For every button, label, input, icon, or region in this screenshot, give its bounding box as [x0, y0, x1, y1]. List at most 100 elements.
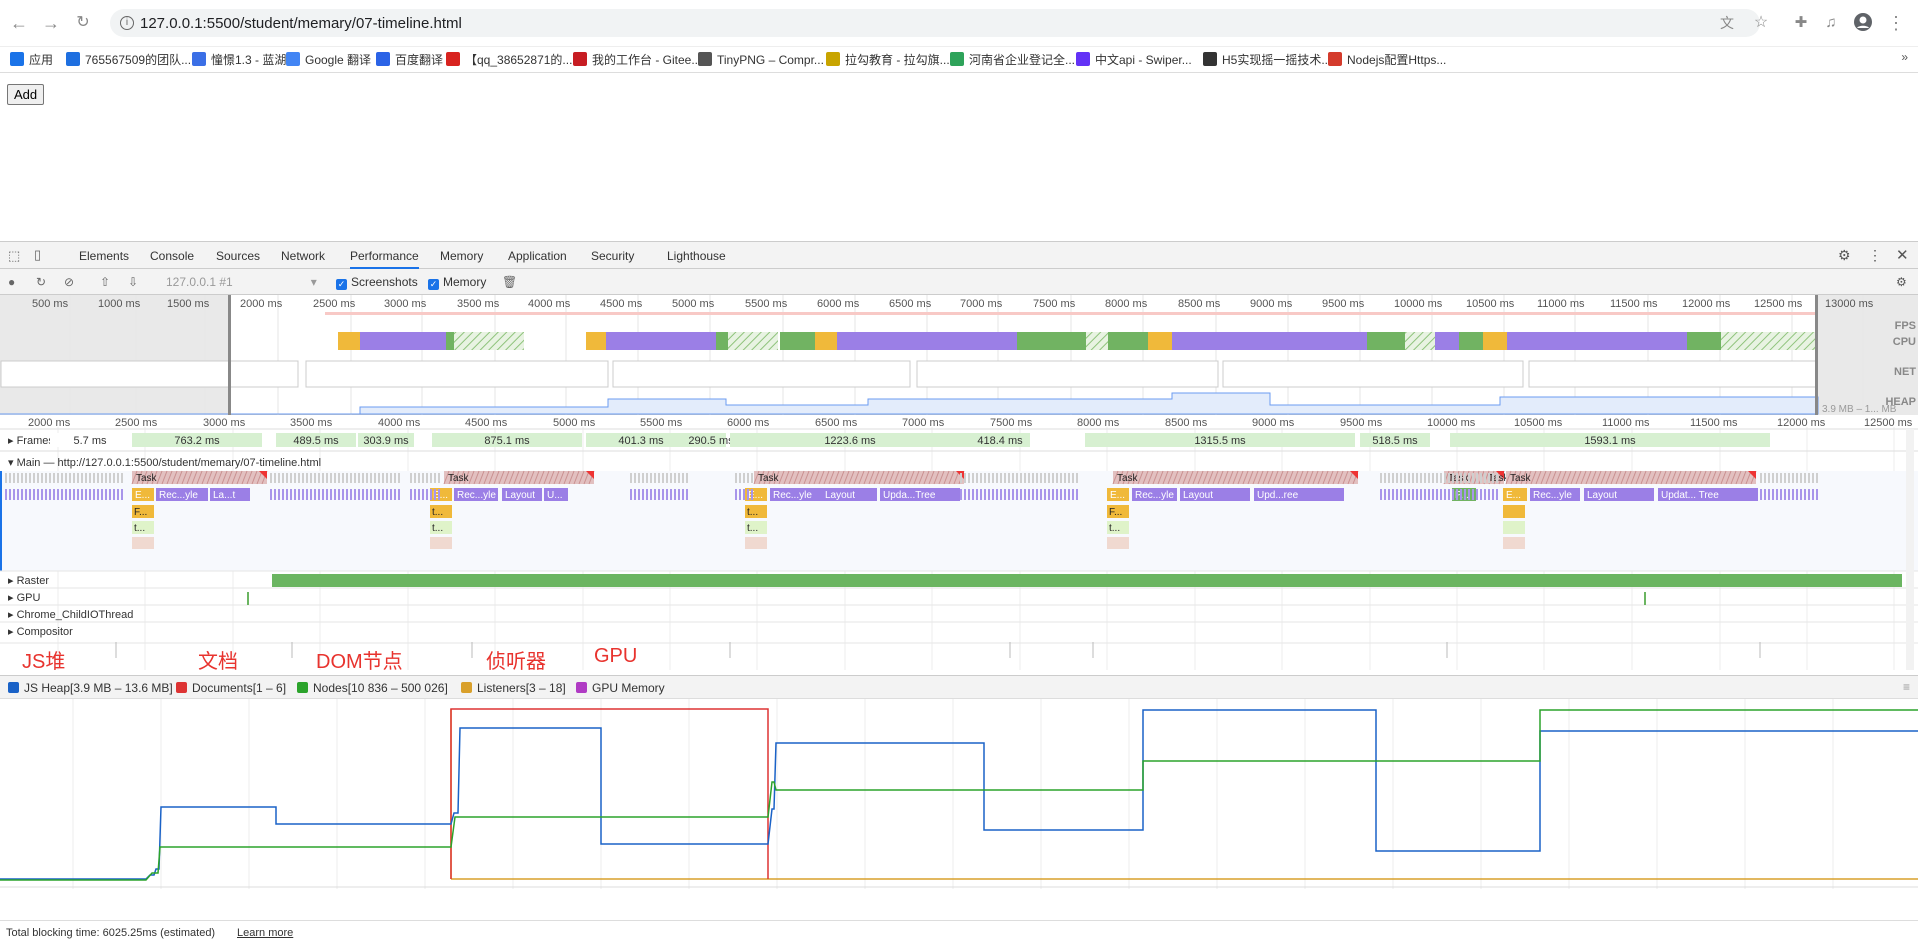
- forward-icon[interactable]: →: [40, 12, 62, 34]
- trash-icon[interactable]: 🗑: [502, 275, 517, 289]
- flame-chart-graphics: 2000 ms 2500 ms 3000 ms 3500 ms 4000 ms 4500 …: [0, 417, 1918, 670]
- more-menu-icon[interactable]: ⋮: [1885, 12, 1907, 34]
- reload-icon[interactable]: ↻: [72, 12, 94, 34]
- task-label: E...: [748, 490, 763, 501]
- task-label: t...: [747, 523, 758, 534]
- bookmark-label: 中文api - Swiper...: [1095, 53, 1192, 67]
- profile-icon[interactable]: [1852, 12, 1874, 34]
- task-label: F...: [134, 507, 147, 518]
- settings-icon[interactable]: ⚙: [1838, 247, 1851, 264]
- timeline-tick: 4000 ms: [378, 417, 421, 429]
- overview-tick: 10000 ms: [1394, 298, 1443, 310]
- bookmark-item[interactable]: 765567509的团队...: [66, 50, 191, 70]
- memory-legend-item[interactable]: Listeners[3 – 18]: [461, 681, 566, 695]
- bookmark-item[interactable]: 我的工作台 - Gitee...: [573, 50, 701, 70]
- task-label: t...: [747, 507, 758, 518]
- overview-tick: 500 ms: [32, 298, 69, 310]
- overview-tick: 9500 ms: [1322, 298, 1365, 310]
- reload-record-icon[interactable]: ↻: [36, 275, 46, 289]
- tab-lighthouse[interactable]: Lighthouse: [667, 249, 726, 263]
- memory-checkbox[interactable]: ✓ Memory: [428, 275, 486, 290]
- bookmark-label: 我的工作台 - Gitee...: [592, 53, 702, 67]
- bookmark-item[interactable]: TinyPNG – Compr...: [698, 50, 824, 70]
- recording-select[interactable]: 127.0.0.1 #1 ▾: [166, 275, 317, 289]
- inspect-icon[interactable]: ⬚: [8, 248, 20, 264]
- tab-console[interactable]: Console: [150, 249, 194, 263]
- devtools-menu-icon[interactable]: ⋮: [1868, 247, 1882, 264]
- legend-checkbox[interactable]: [176, 682, 187, 693]
- timeline-tick: 2500 ms: [115, 417, 158, 429]
- memory-legend-item[interactable]: GPU Memory: [576, 681, 665, 695]
- tab-elements[interactable]: Elements: [79, 249, 129, 263]
- address-bar[interactable]: i 127.0.0.1:5500/student/memary/07-timel…: [110, 9, 1760, 37]
- tab-memory[interactable]: Memory: [440, 249, 483, 263]
- task-label: Upd...ree: [1257, 490, 1299, 501]
- blocking-time: Total blocking time: 6025.25ms (estimate…: [6, 927, 216, 939]
- overview-tick: 11000 ms: [1537, 298, 1585, 310]
- screenshots-checkbox[interactable]: ✓ Screenshots: [336, 275, 418, 290]
- timeline-tick: 2000 ms: [28, 417, 71, 429]
- tab-performance[interactable]: Performance: [350, 249, 419, 269]
- record-icon[interactable]: ●: [8, 275, 15, 289]
- timeline-tick: 11000 ms: [1602, 417, 1650, 429]
- overview-tick: 4000 ms: [528, 298, 571, 310]
- extensions-icon[interactable]: ✚: [1790, 12, 1812, 34]
- add-button[interactable]: Add: [7, 84, 45, 105]
- bookmark-icon: [1328, 52, 1342, 66]
- memory-legend-item[interactable]: Nodes[10 836 – 500 026]: [297, 681, 448, 695]
- tab-sources[interactable]: Sources: [216, 249, 260, 263]
- overview-tick: 13000 ms: [1825, 298, 1874, 310]
- upload-icon[interactable]: ⇧: [100, 275, 110, 289]
- bookmark-item[interactable]: 百度翻译: [376, 50, 443, 70]
- bookmark-item[interactable]: H5实现摇一摇技术...: [1203, 50, 1331, 70]
- back-icon[interactable]: ←: [8, 12, 30, 34]
- device-toolbar-icon[interactable]: ▯: [34, 247, 41, 263]
- tab-security[interactable]: Security: [591, 249, 634, 263]
- bookmark-item[interactable]: Google 翻译: [286, 50, 371, 70]
- bookmark-item[interactable]: Nodejs配置Https...: [1328, 50, 1446, 70]
- star-icon[interactable]: ☆: [1750, 12, 1772, 34]
- tab-network[interactable]: Network: [281, 249, 325, 263]
- clear-icon[interactable]: ⊘: [64, 275, 74, 289]
- overview-tick: 7500 ms: [1033, 298, 1076, 310]
- more-bookmarks-icon[interactable]: »: [1901, 50, 1908, 64]
- bookmark-item[interactable]: 应用: [10, 50, 53, 70]
- legend-checkbox[interactable]: [461, 682, 472, 693]
- page-viewport: Add: [0, 73, 1918, 241]
- bookmark-item[interactable]: 憧憬1.3 - 蓝湖: [192, 50, 286, 70]
- memory-legend-item[interactable]: Documents[1 – 6]: [176, 681, 286, 695]
- timeline-tick: 6500 ms: [815, 417, 858, 429]
- flame-chart[interactable]: 2000 ms 2500 ms 3000 ms 3500 ms 4000 ms 4500 …: [0, 415, 1918, 670]
- bookmark-item[interactable]: 河南省企业登记全...: [950, 50, 1075, 70]
- bookmark-item[interactable]: 拉勾教育 - 拉勾旗...: [826, 50, 950, 70]
- legend-checkbox[interactable]: [576, 682, 587, 693]
- memory-legend: JS Heap[3.9 MB – 13.6 MB] Documents[1 – 6…: [0, 675, 1918, 699]
- tab-application[interactable]: Application: [508, 249, 567, 263]
- task-label: t...: [134, 523, 145, 534]
- close-icon[interactable]: ✕: [1896, 246, 1909, 264]
- annotation-label: DOM节点: [316, 651, 403, 673]
- overview-tick: 5000 ms: [672, 298, 715, 310]
- overview-tick: 2000 ms: [240, 298, 283, 310]
- overview-tick: 3500 ms: [457, 298, 500, 310]
- main-thread-label: ▾ Main — http://127.0.0.1:5500/student/m…: [8, 457, 321, 469]
- translate-icon[interactable]: 文: [1716, 12, 1738, 34]
- timeline-overview[interactable]: 500 ms 1000 ms 1500 ms 2000 ms 2500 ms 3000 m…: [0, 295, 1918, 415]
- legend-drag-icon[interactable]: ≡: [1903, 680, 1910, 694]
- frame-duration: 290.5 ms: [688, 435, 734, 447]
- frame-duration: 763.2 ms: [174, 435, 220, 447]
- capture-settings-icon[interactable]: ⚙: [1896, 275, 1907, 289]
- memory-legend-item[interactable]: JS Heap[3.9 MB – 13.6 MB]: [8, 681, 173, 695]
- track-label-compositor: ▸ Compositor: [8, 626, 73, 638]
- legend-checkbox[interactable]: [8, 682, 19, 693]
- legend-checkbox[interactable]: [297, 682, 308, 693]
- bookmark-item[interactable]: 【qq_38652871的...: [446, 50, 572, 70]
- media-icon[interactable]: ♫: [1820, 12, 1842, 34]
- download-icon[interactable]: ⇩: [128, 275, 138, 289]
- overview-tick: 4500 ms: [600, 298, 643, 310]
- learn-more-link[interactable]: Learn more: [237, 927, 293, 939]
- site-info-icon[interactable]: i: [120, 16, 134, 30]
- frame-duration: 5.7 ms: [73, 435, 107, 447]
- bookmark-label: 应用: [29, 53, 54, 67]
- bookmark-item[interactable]: 中文api - Swiper...: [1076, 50, 1192, 70]
